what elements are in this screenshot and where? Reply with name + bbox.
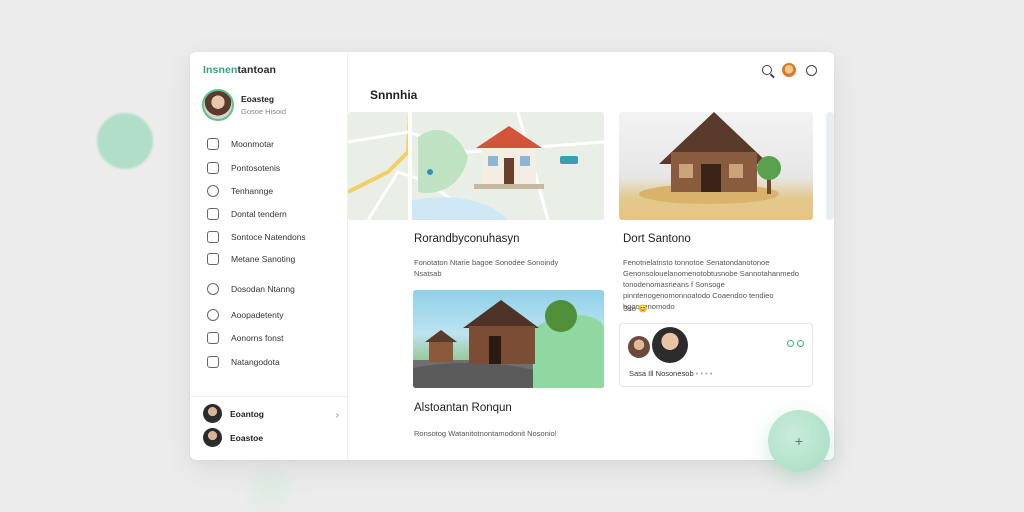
search-button[interactable] [760, 63, 774, 77]
sidebar-item-10[interactable]: Natangodota [207, 354, 280, 370]
book-icon [207, 332, 219, 344]
profile-subtitle: Gosoe Hisoid [241, 107, 287, 116]
sidebar-item-5[interactable]: Sontoce Natendons [207, 229, 306, 245]
user-row[interactable]: Eoastoe [203, 428, 263, 447]
home-icon [207, 162, 219, 174]
sidebar-item-6[interactable]: Metane Sanoting [207, 251, 295, 267]
profile-name: Eoasteg [241, 94, 275, 104]
farmhouse-photo[interactable] [413, 290, 604, 388]
sidebar-item-label: Natangodota [231, 357, 280, 367]
plus-icon: + [794, 433, 804, 449]
card-title[interactable]: Rorandbyconuhasyn [414, 233, 520, 245]
next-card-peek[interactable] [826, 112, 834, 220]
card-title[interactable]: Dort Santono [623, 233, 691, 245]
map-image[interactable] [348, 112, 604, 220]
cabin-illustration [639, 112, 781, 204]
brand-logo[interactable]: Insnentantoan [203, 64, 276, 76]
sidebar-item-2[interactable]: Pontosotenis [207, 160, 280, 176]
decorative-blob [250, 470, 290, 510]
mini-card-caption: Sasa Ill Nosonesob • • • • [629, 369, 712, 378]
user-name: Eoantog [230, 408, 264, 419]
sidebar-item-1[interactable]: Moonmotar [207, 136, 274, 152]
app-window: Insnentantoan Eoasteg Gosoe Hisoid Moonm… [190, 52, 834, 460]
mini-card-caption-muted: • • • • [695, 369, 713, 378]
sidebar-item-9[interactable]: Aonorns fonst [207, 330, 283, 346]
profile-text: Eoasteg Gosoe Hisoid [241, 94, 286, 116]
search-icon [762, 65, 772, 75]
floating-action-button[interactable]: + [768, 410, 830, 472]
sidebar-item-3[interactable]: Tenhannge [207, 183, 273, 199]
sidebar-item-label: Moonmotar [231, 139, 274, 149]
avatar [652, 327, 688, 363]
edit-icon [207, 356, 219, 368]
sidebar-item-label: Dosodan Ntanng [231, 284, 295, 294]
compass-icon [207, 185, 219, 197]
user-list: Eoantog Eoastoe [190, 396, 348, 460]
status-badge [784, 340, 804, 347]
dot-icon [787, 340, 794, 347]
pencil-icon [207, 253, 219, 265]
sidebar-item-label: Pontosotenis [231, 163, 281, 173]
avatar [782, 63, 796, 77]
card-description: Fonotaton Ntarie bagoe Sonodee Sonoindy … [414, 258, 559, 278]
avatar [202, 89, 234, 121]
brand-left: Insnen [203, 64, 238, 76]
grid-icon [207, 231, 219, 243]
sidebar-item-7[interactable]: Dosodan Ntanng [207, 281, 295, 297]
mini-card-caption-text: Sasa Ill Nosonesob [629, 369, 694, 378]
sidebar-item-label: Aonorns fonst [231, 333, 284, 343]
heart-icon [207, 138, 219, 150]
avatar [628, 336, 650, 358]
sidebar-item-label: Metane Sanoting [231, 254, 296, 264]
map-illustration [348, 112, 604, 220]
sidebar: Insnentantoan Eoasteg Gosoe Hisoid Moonm… [190, 52, 348, 460]
page-title: Snnnhia [370, 88, 418, 102]
user-row[interactable]: Eoantog [203, 404, 264, 423]
folder-icon [207, 208, 219, 220]
top-bar-icons [752, 63, 818, 77]
card-extra: Sso 😊 [623, 304, 648, 313]
sidebar-item-8[interactable]: Aoopadetenty [207, 307, 283, 323]
clock-icon [805, 64, 817, 76]
card-description: Ronsotog Watanitotnontamodonit Nosonio! [414, 429, 557, 438]
house-photo[interactable] [619, 112, 813, 220]
brand-right: tantoan [237, 64, 277, 76]
sidebar-item-label: Dontal tendern [231, 209, 287, 219]
sidebar-item-label: Sontoce Natendons [231, 232, 306, 242]
profile-summary[interactable]: Eoasteg Gosoe Hisoid [202, 89, 286, 121]
chat-icon [207, 309, 219, 321]
sidebar-item-4[interactable]: Dontal tendern [207, 206, 287, 222]
sidebar-item-label: Aoopadetenty [231, 310, 284, 320]
clock-icon [207, 283, 219, 295]
card-description: Fenotnelatnsto tonnotoe Senatondanotonoe… [623, 258, 799, 311]
decorative-blob [97, 113, 153, 169]
card-title[interactable]: Alstoantan Ronqun [414, 402, 512, 414]
history-button[interactable] [804, 63, 818, 77]
avatar [203, 404, 222, 423]
dot-icon [797, 340, 804, 347]
profile-mini-card[interactable]: Sasa Ill Nosonesob • • • • [619, 323, 813, 387]
avatar [203, 428, 222, 447]
chevron-right-icon[interactable]: › [336, 410, 339, 421]
farmhouse-illustration [413, 300, 604, 388]
profile-avatar-button[interactable] [782, 63, 796, 77]
user-name: Eoastoe [230, 432, 264, 443]
sidebar-item-label: Tenhannge [231, 186, 274, 196]
